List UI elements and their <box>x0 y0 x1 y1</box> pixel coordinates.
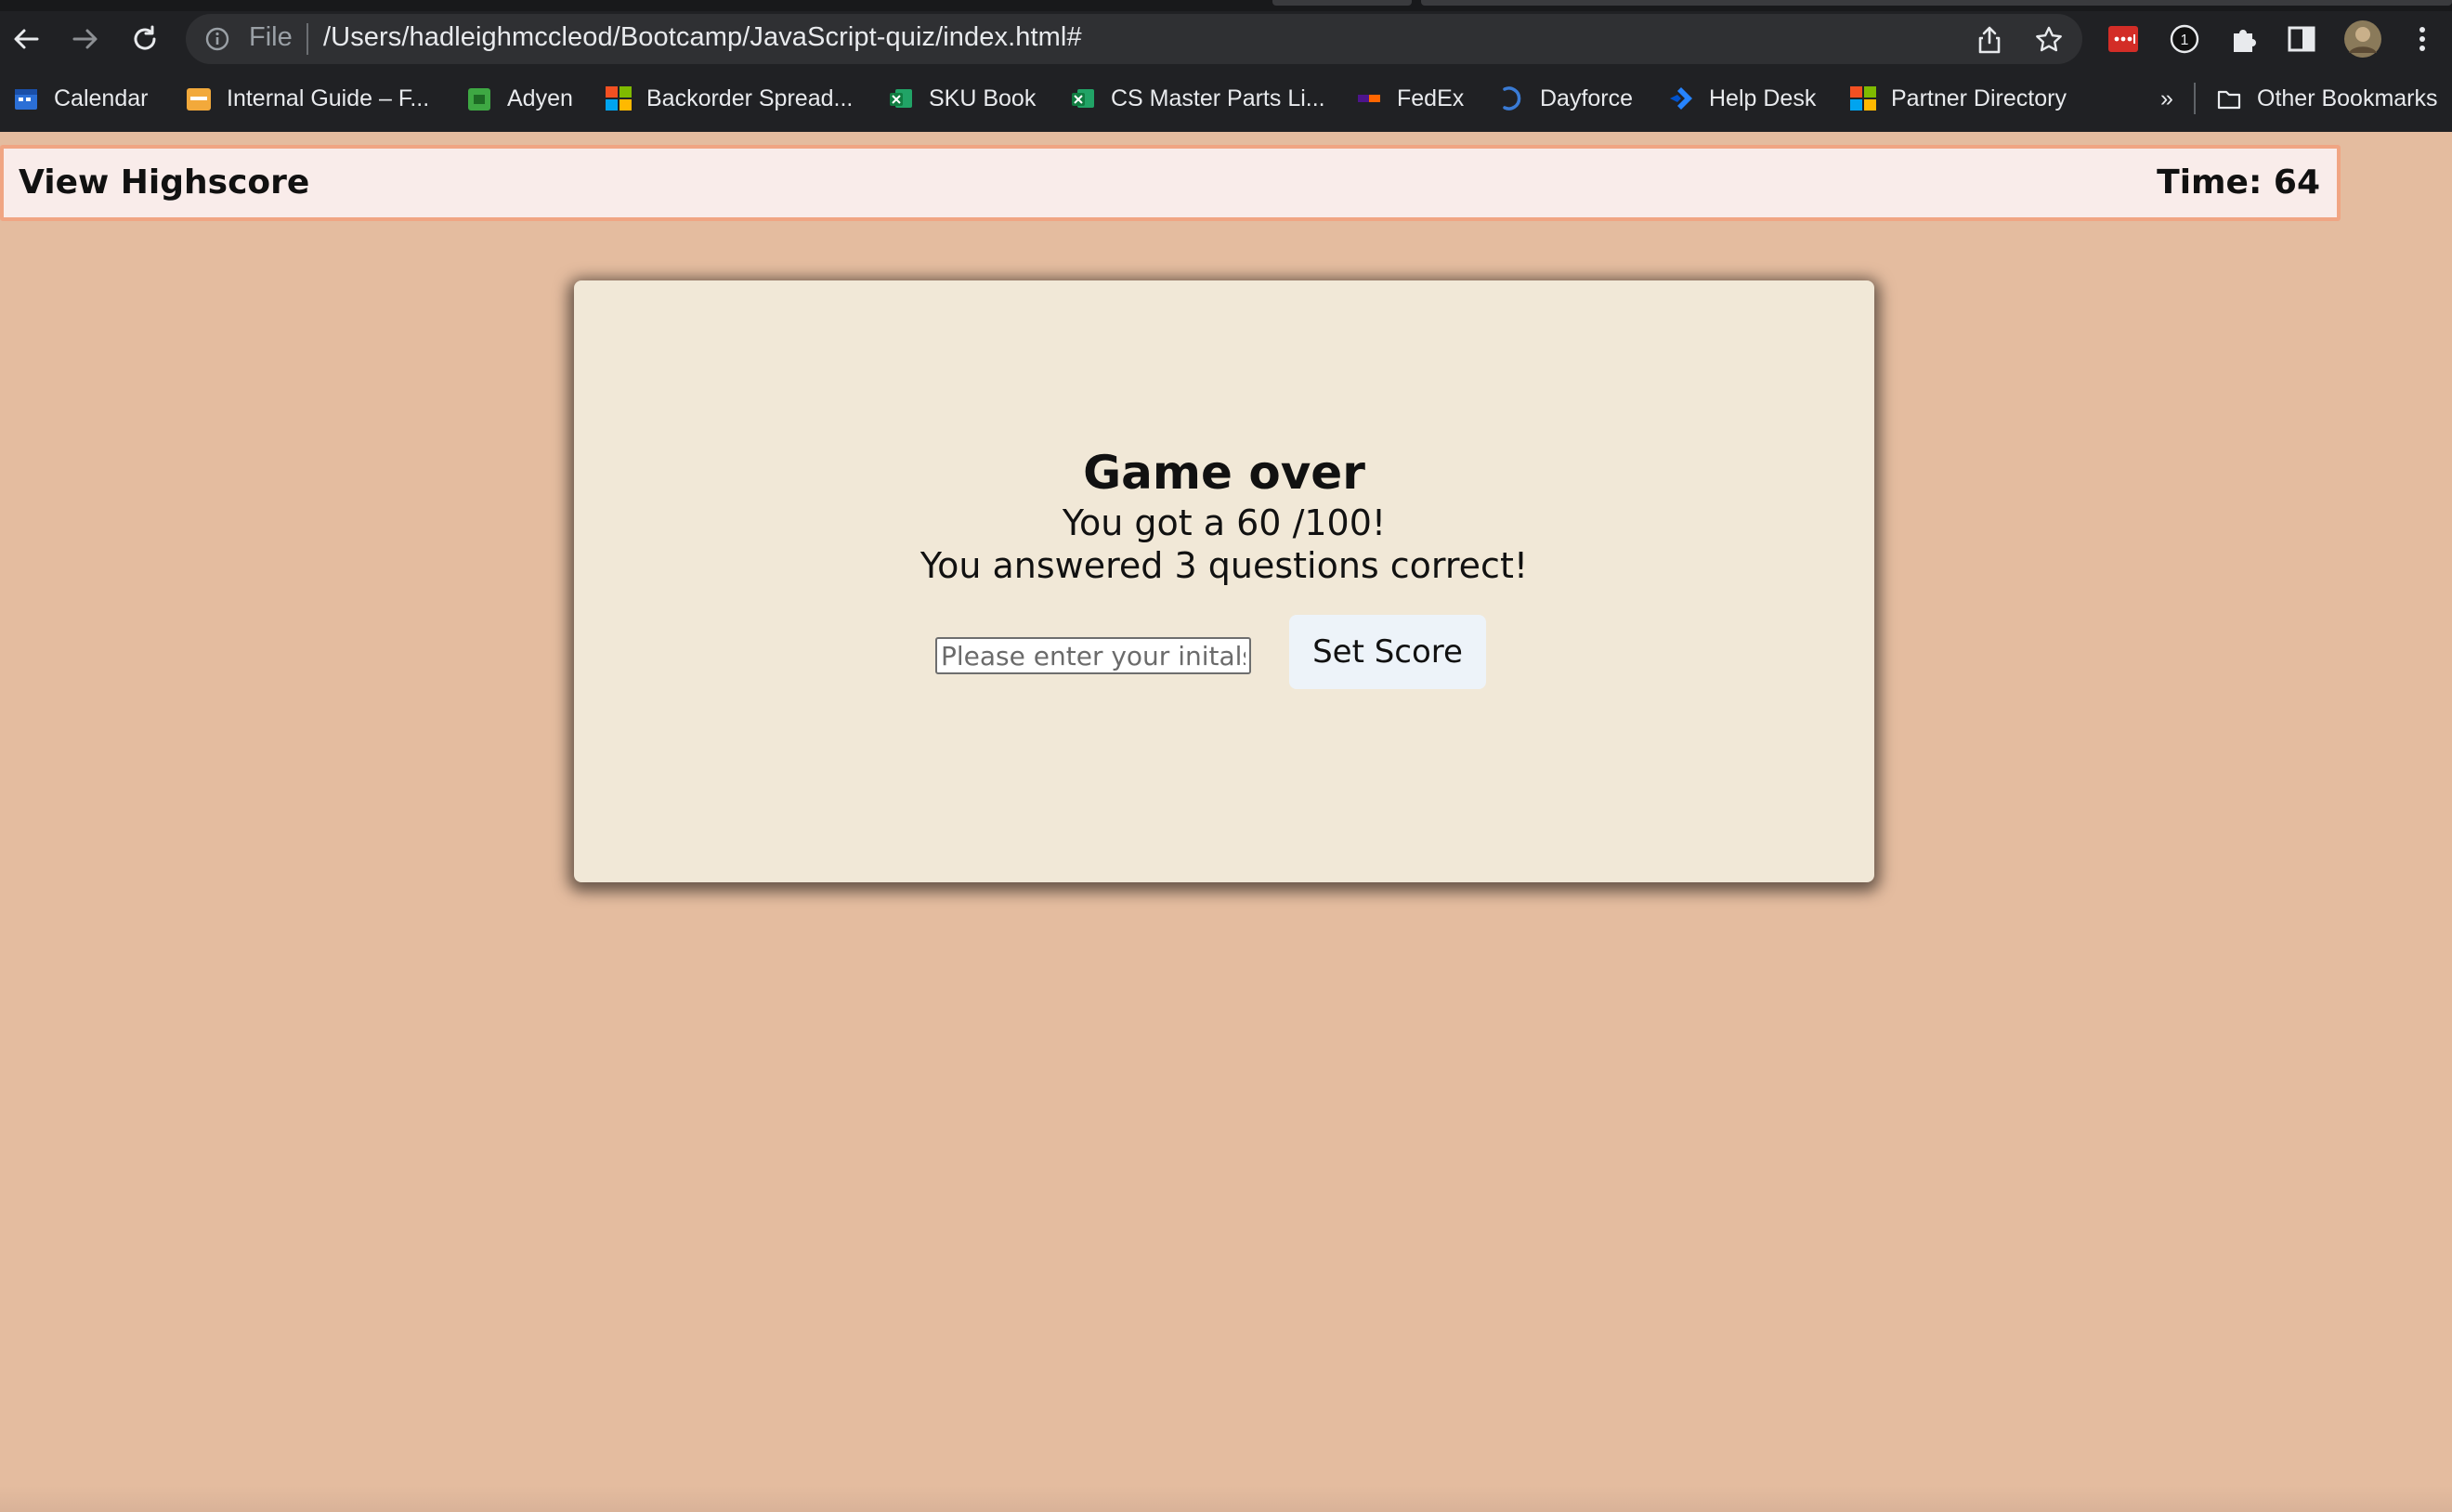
reload-icon <box>134 25 156 50</box>
bookmark-sku-book[interactable]: SKU Book <box>888 78 1036 119</box>
microsoft-icon <box>1850 86 1876 111</box>
fedex-icon <box>1358 95 1380 102</box>
score-line: You got a 60 /100! <box>1062 502 1387 543</box>
bookmark-fedex[interactable]: FedEx <box>1356 78 1464 119</box>
tab-edge[interactable] <box>1272 0 1412 6</box>
extension-badge: 1 <box>2181 33 2189 48</box>
score-form: Set Score <box>574 615 1874 689</box>
other-bookmarks-folder[interactable]: Other Bookmarks <box>2216 78 2438 119</box>
puzzle-icon <box>2234 30 2256 52</box>
bookmark-dayforce[interactable]: Dayforce <box>1499 78 1633 119</box>
microsoft-icon <box>606 86 632 111</box>
share-icon[interactable] <box>1975 25 2004 55</box>
menu-button[interactable] <box>2402 19 2443 59</box>
view-highscore-link[interactable]: View Highscore <box>19 163 309 202</box>
forward-arrow-icon <box>72 29 98 49</box>
side-panel-icon <box>2288 26 2315 52</box>
bookmark-label: Help Desk <box>1709 85 1817 111</box>
more-vertical-icon <box>2419 27 2425 51</box>
side-panel-button[interactable] <box>2281 19 2322 59</box>
jira-icon <box>1670 87 1692 110</box>
bookmarks-bar: Calendar Internal Guide – F... Adyen Bac… <box>0 78 2452 119</box>
bookmark-cs-master-parts[interactable]: CS Master Parts Li... <box>1070 78 1325 119</box>
initials-input[interactable] <box>935 637 1251 674</box>
timer-display: Time: 64 <box>2157 163 2320 202</box>
info-icon[interactable] <box>204 26 230 52</box>
bookmark-label: Backorder Spread... <box>646 85 854 111</box>
bookmark-internal-guide[interactable]: Internal Guide – F... <box>186 78 429 119</box>
bookmark-label: Partner Directory <box>1891 85 2067 111</box>
set-score-button[interactable]: Set Score <box>1289 615 1486 689</box>
correct-answers-line: You answered 3 questions correct! <box>920 545 1529 586</box>
bookmark-label: Adyen <box>507 85 573 111</box>
calendar-icon <box>15 89 37 110</box>
game-over-card: Game over You got a 60 /100! You answere… <box>574 280 1874 882</box>
internal-guide-icon <box>187 88 211 111</box>
bookmarks-divider <box>2194 83 2196 114</box>
adyen-icon <box>468 88 490 111</box>
lastpass-icon <box>2108 26 2138 52</box>
bookmark-label: FedEx <box>1397 85 1465 111</box>
address-scheme: File <box>249 22 293 52</box>
address-bar[interactable]: File /Users/hadleighmccleod/Bootcamp/Jav… <box>186 14 2082 64</box>
bookmark-partner-directory[interactable]: Partner Directory <box>1850 78 2067 119</box>
overflow-chevron-icon: » <box>2160 85 2173 111</box>
bookmark-adyen[interactable]: Adyen <box>466 78 573 119</box>
tab-edge[interactable] <box>1421 0 2452 6</box>
onepassword-icon: 1 <box>2170 24 2199 54</box>
avatar <box>2344 20 2381 58</box>
reload-button[interactable] <box>124 19 165 59</box>
bookmark-label: SKU Book <box>929 85 1037 111</box>
game-over-title: Game over <box>1083 446 1365 500</box>
back-button[interactable] <box>6 19 46 59</box>
bookmark-label: Internal Guide – F... <box>227 85 430 111</box>
extensions-button[interactable] <box>2224 19 2264 59</box>
address-url[interactable]: /Users/hadleighmccleod/Bootcamp/JavaScri… <box>323 22 1082 53</box>
excel-icon <box>890 89 912 108</box>
bookmark-star-icon[interactable] <box>2034 25 2064 55</box>
forward-button[interactable] <box>65 19 106 59</box>
profile-button[interactable] <box>2342 19 2383 59</box>
page-bottom-edge <box>0 1486 2452 1512</box>
bookmark-label: Other Bookmarks <box>2257 85 2438 111</box>
bookmark-label: CS Master Parts Li... <box>1111 85 1325 111</box>
quiz-header: View Highscore Time: 64 <box>0 145 2341 221</box>
bookmark-calendar[interactable]: Calendar <box>13 78 148 119</box>
result-text: Game over You got a 60 /100! You answere… <box>574 444 1874 587</box>
bookmarks-overflow-button[interactable]: » <box>2160 78 2173 119</box>
excel-icon <box>1072 89 1094 108</box>
lastpass-extension[interactable] <box>2103 19 2144 59</box>
bookmark-backorder-spreadsheet[interactable]: Backorder Spread... <box>606 78 853 119</box>
back-arrow-icon <box>14 29 39 49</box>
address-divider <box>306 23 308 55</box>
onepassword-extension[interactable]: 1 <box>2164 19 2205 59</box>
bookmark-label: Calendar <box>54 85 149 111</box>
dayforce-icon <box>1503 86 1521 111</box>
folder-icon <box>2217 90 2241 110</box>
browser-chrome: File /Users/hadleighmccleod/Bootcamp/Jav… <box>0 0 2452 132</box>
bookmark-label: Dayforce <box>1540 85 1634 111</box>
bookmark-help-desk[interactable]: Help Desk <box>1668 78 1816 119</box>
